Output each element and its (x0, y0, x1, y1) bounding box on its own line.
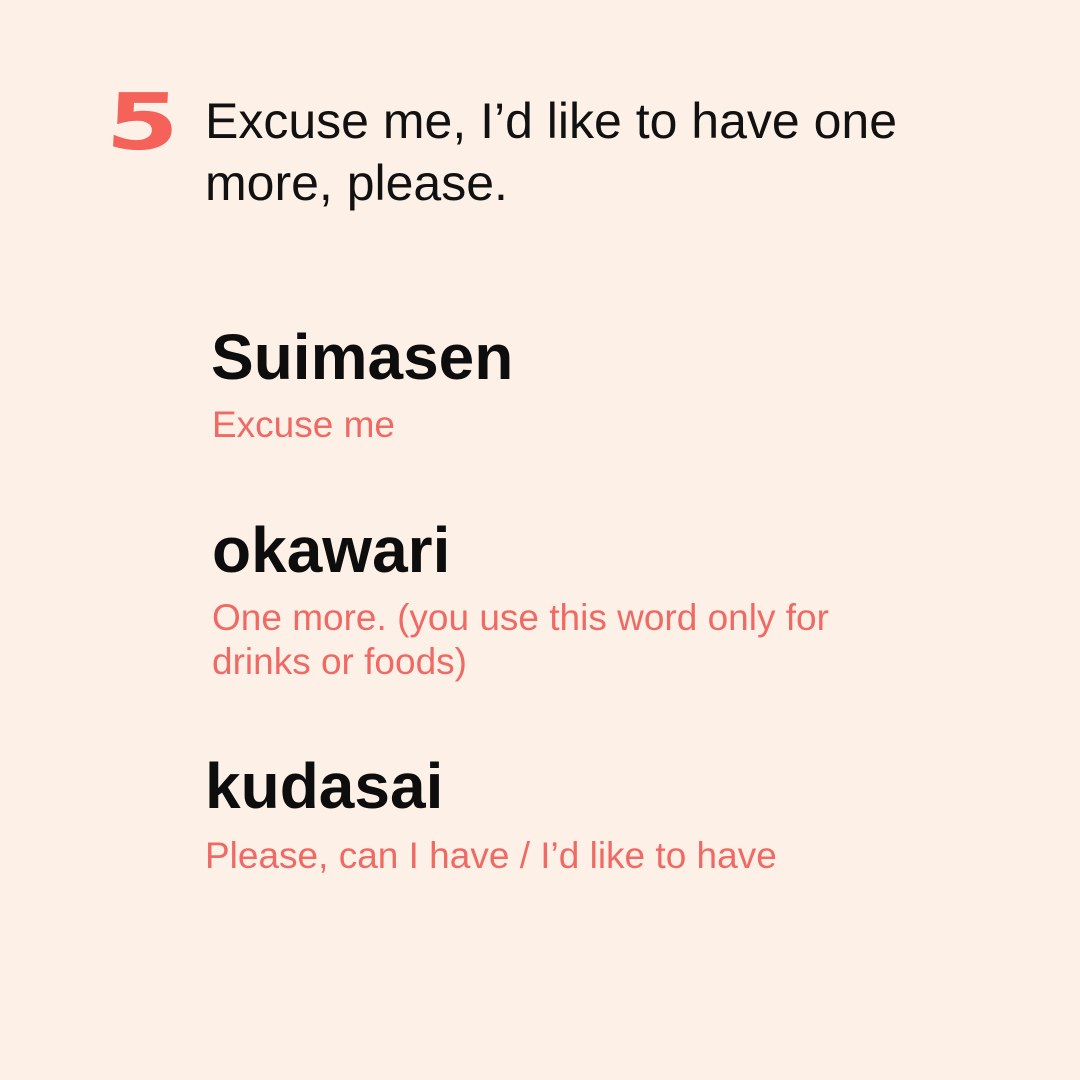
phrase-meaning-suimasen: Excuse me (212, 404, 396, 445)
step-number: 5 (104, 78, 179, 168)
phrase-term-suimasen: Suimasen (211, 321, 514, 393)
phrase-term-okawari: okawari (212, 514, 451, 586)
phrase-meaning-kudasai: Please, can I have / I’d like to have (205, 835, 777, 876)
headline: Excuse me, I’d like to have one more, pl… (205, 93, 898, 211)
phrase-meaning-okawari: One more. (you use this word only for dr… (212, 597, 829, 682)
phrase-term-kudasai: kudasai (205, 750, 444, 822)
